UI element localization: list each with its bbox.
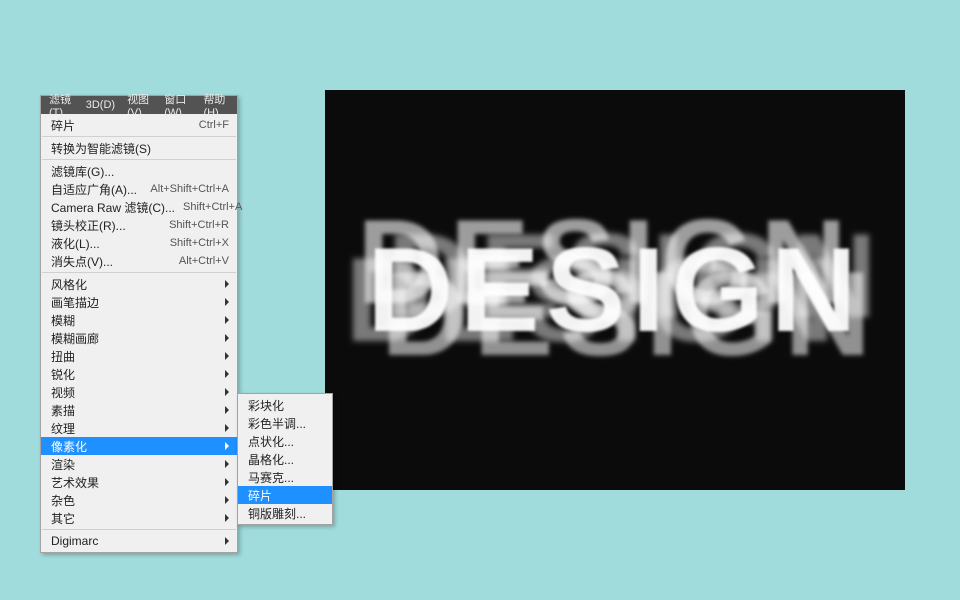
menu-adaptive-wide[interactable]: 自适应广角(A)... Alt+Shift+Ctrl+A bbox=[41, 180, 237, 198]
menu-digimarc[interactable]: Digimarc bbox=[41, 532, 237, 550]
menu-item-label: Camera Raw 滤镜(C)... bbox=[51, 199, 175, 216]
submenu-mosaic[interactable]: 马赛克... bbox=[238, 468, 332, 486]
submenu-color-halftone[interactable]: 彩色半调... bbox=[238, 414, 332, 432]
menu-render[interactable]: 渲染 bbox=[41, 455, 237, 473]
menu-item-shortcut: Alt+Ctrl+V bbox=[179, 255, 229, 267]
menu-sharpen[interactable]: 锐化 bbox=[41, 365, 237, 383]
filter-menu-panel: 滤镜(T) 3D(D) 视图(V) 窗口(W) 帮助(H) 碎片 Ctrl+F … bbox=[40, 95, 238, 553]
menu-item-label: 像素化 bbox=[51, 438, 219, 455]
submenu-arrow-icon bbox=[225, 352, 229, 360]
pixelate-submenu: 彩块化 彩色半调... 点状化... 晶格化... 马赛克... 碎片 铜版雕刻… bbox=[237, 393, 333, 525]
menu-item-label: 渲染 bbox=[51, 456, 219, 473]
menu-item-shortcut: Shift+Ctrl+A bbox=[183, 201, 242, 213]
design-text: DESIGN DESIGN DESIGN DESIGN DESIGN bbox=[367, 221, 863, 359]
menu-item-label: 锐化 bbox=[51, 366, 219, 383]
menu-pixelate[interactable]: 像素化 bbox=[41, 437, 237, 455]
menu-item-shortcut: Ctrl+F bbox=[199, 119, 229, 131]
menu-item-label: 碎片 bbox=[248, 487, 324, 504]
menubar-filter[interactable]: 滤镜(T) bbox=[43, 91, 80, 119]
menu-distort[interactable]: 扭曲 bbox=[41, 347, 237, 365]
menu-item-label: 马赛克... bbox=[248, 469, 324, 486]
menu-brush-strokes[interactable]: 画笔描边 bbox=[41, 293, 237, 311]
submenu-fragment[interactable]: 碎片 bbox=[238, 486, 332, 504]
menu-item-label: 碎片 bbox=[51, 117, 191, 134]
menu-item-label: 杂色 bbox=[51, 492, 219, 509]
menu-noise[interactable]: 杂色 bbox=[41, 491, 237, 509]
submenu-arrow-icon bbox=[225, 537, 229, 545]
menu-item-label: 转换为智能滤镜(S) bbox=[51, 140, 229, 157]
filter-menu-list: 碎片 Ctrl+F 转换为智能滤镜(S) 滤镜库(G)... 自适应广角(A).… bbox=[41, 114, 237, 552]
menu-item-label: 模糊画廊 bbox=[51, 330, 219, 347]
menu-item-label: 彩块化 bbox=[248, 397, 324, 414]
menu-item-label: 画笔描边 bbox=[51, 294, 219, 311]
menu-item-label: Digimarc bbox=[51, 534, 219, 548]
menu-item-label: 自适应广角(A)... bbox=[51, 181, 142, 198]
menu-item-label: 模糊 bbox=[51, 312, 219, 329]
submenu-arrow-icon bbox=[225, 496, 229, 504]
design-text-frag: DESIGN bbox=[387, 207, 883, 345]
menubar-3d[interactable]: 3D(D) bbox=[80, 99, 121, 111]
menu-convert-smart[interactable]: 转换为智能滤镜(S) bbox=[41, 139, 237, 157]
menu-filter-gallery[interactable]: 滤镜库(G)... bbox=[41, 162, 237, 180]
submenu-crystallize[interactable]: 晶格化... bbox=[238, 450, 332, 468]
menu-item-label: 晶格化... bbox=[248, 451, 324, 468]
menubar: 滤镜(T) 3D(D) 视图(V) 窗口(W) 帮助(H) bbox=[41, 96, 237, 114]
submenu-arrow-icon bbox=[225, 298, 229, 306]
submenu-color-blocks[interactable]: 彩块化 bbox=[238, 396, 332, 414]
menu-item-label: 点状化... bbox=[248, 433, 324, 450]
menu-last-filter[interactable]: 碎片 Ctrl+F bbox=[41, 116, 237, 134]
submenu-arrow-icon bbox=[225, 388, 229, 396]
menu-video[interactable]: 视频 bbox=[41, 383, 237, 401]
menubar-help[interactable]: 帮助(H) bbox=[197, 91, 235, 119]
menu-item-label: 消失点(V)... bbox=[51, 253, 171, 270]
submenu-arrow-icon bbox=[225, 514, 229, 522]
menu-item-shortcut: Shift+Ctrl+R bbox=[169, 219, 229, 231]
menu-item-label: 铜版雕刻... bbox=[248, 505, 324, 522]
submenu-arrow-icon bbox=[225, 478, 229, 486]
menu-stylize[interactable]: 风格化 bbox=[41, 275, 237, 293]
menu-item-shortcut: Shift+Ctrl+X bbox=[170, 237, 229, 249]
canvas-preview: DESIGN DESIGN DESIGN DESIGN DESIGN bbox=[325, 90, 905, 490]
menu-blur-gallery[interactable]: 模糊画廊 bbox=[41, 329, 237, 347]
menu-item-label: 扭曲 bbox=[51, 348, 219, 365]
submenu-mezzotint[interactable]: 铜版雕刻... bbox=[238, 504, 332, 522]
submenu-arrow-icon bbox=[225, 442, 229, 450]
menu-item-label: 其它 bbox=[51, 510, 219, 527]
menu-item-label: 滤镜库(G)... bbox=[51, 163, 229, 180]
menu-texture[interactable]: 纹理 bbox=[41, 419, 237, 437]
menubar-window[interactable]: 窗口(W) bbox=[158, 91, 197, 119]
submenu-arrow-icon bbox=[225, 460, 229, 468]
menu-separator bbox=[42, 136, 236, 137]
menu-blur[interactable]: 模糊 bbox=[41, 311, 237, 329]
submenu-arrow-icon bbox=[225, 370, 229, 378]
menu-artistic[interactable]: 艺术效果 bbox=[41, 473, 237, 491]
menu-sketch[interactable]: 素描 bbox=[41, 401, 237, 419]
menu-item-label: 艺术效果 bbox=[51, 474, 219, 491]
menu-lens-correct[interactable]: 镜头校正(R)... Shift+Ctrl+R bbox=[41, 216, 237, 234]
menu-separator bbox=[42, 272, 236, 273]
menu-separator bbox=[42, 529, 236, 530]
menu-item-label: 液化(L)... bbox=[51, 235, 162, 252]
menu-item-label: 纹理 bbox=[51, 420, 219, 437]
menu-item-label: 彩色半调... bbox=[248, 415, 324, 432]
menu-item-label: 视频 bbox=[51, 384, 219, 401]
submenu-arrow-icon bbox=[225, 280, 229, 288]
submenu-pointillize[interactable]: 点状化... bbox=[238, 432, 332, 450]
submenu-arrow-icon bbox=[225, 316, 229, 324]
menu-item-label: 镜头校正(R)... bbox=[51, 217, 161, 234]
menu-camera-raw[interactable]: Camera Raw 滤镜(C)... Shift+Ctrl+A bbox=[41, 198, 237, 216]
menu-vanishing-point[interactable]: 消失点(V)... Alt+Ctrl+V bbox=[41, 252, 237, 270]
menu-item-label: 素描 bbox=[51, 402, 219, 419]
submenu-arrow-icon bbox=[225, 334, 229, 342]
submenu-arrow-icon bbox=[225, 424, 229, 432]
menu-separator bbox=[42, 159, 236, 160]
menu-liquify[interactable]: 液化(L)... Shift+Ctrl+X bbox=[41, 234, 237, 252]
menubar-view[interactable]: 视图(V) bbox=[121, 91, 158, 119]
menu-item-label: 风格化 bbox=[51, 276, 219, 293]
menu-other[interactable]: 其它 bbox=[41, 509, 237, 527]
menu-item-shortcut: Alt+Shift+Ctrl+A bbox=[150, 183, 229, 195]
submenu-arrow-icon bbox=[225, 406, 229, 414]
